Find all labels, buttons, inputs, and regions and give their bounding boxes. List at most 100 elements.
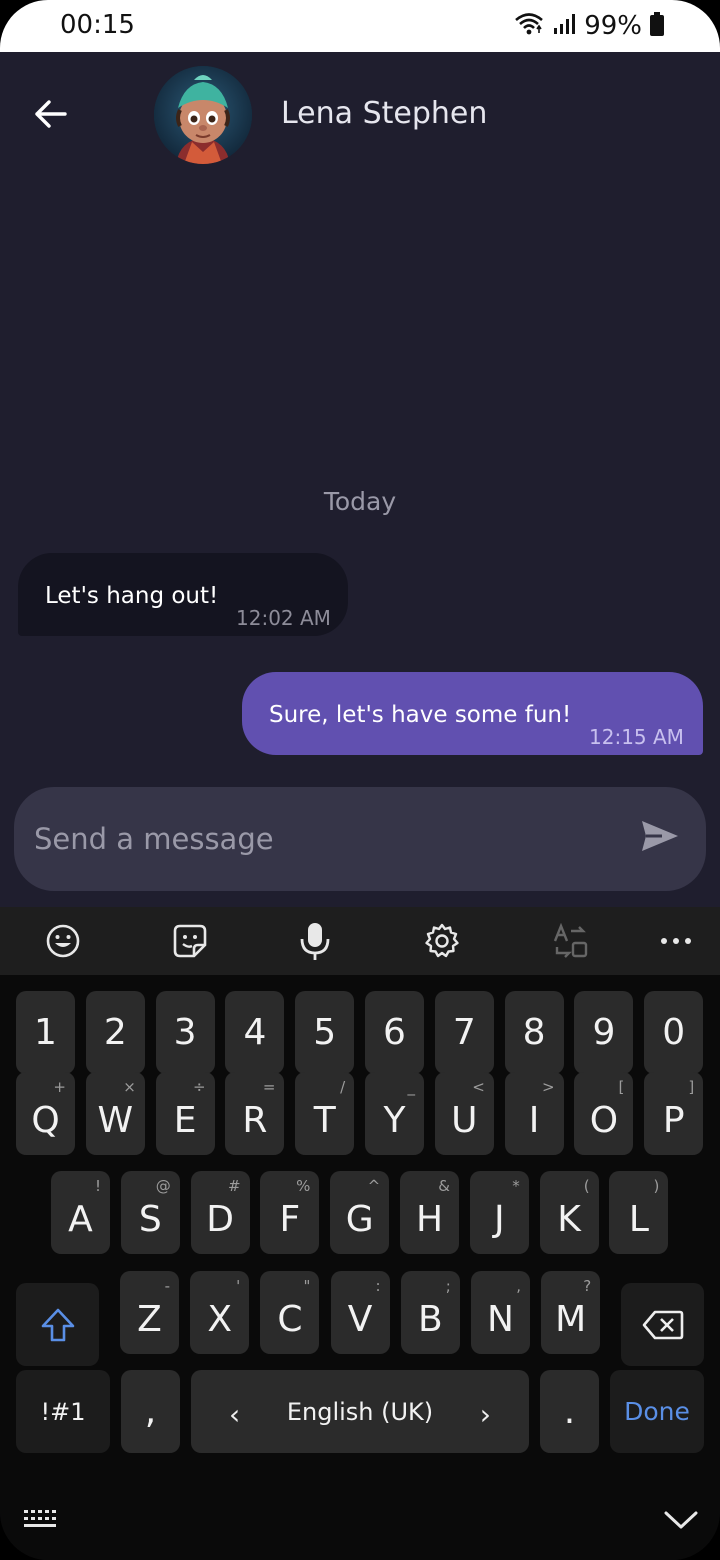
key-e[interactable]: ÷ E bbox=[155, 1072, 215, 1155]
key-label: L bbox=[628, 1199, 649, 1240]
key-w[interactable]: × W bbox=[85, 1072, 145, 1155]
phone-screen: 00:15 99% Lena Stephen Today Let's hang … bbox=[0, 0, 720, 1560]
key-l[interactable]: ) L bbox=[609, 1171, 669, 1254]
key-hint: , bbox=[516, 1277, 521, 1295]
key-o[interactable]: [O bbox=[574, 1072, 634, 1155]
key-hint: ; bbox=[445, 1277, 451, 1295]
key-label: X bbox=[207, 1299, 233, 1340]
key-label: J bbox=[493, 1199, 505, 1240]
key-t[interactable]: / T bbox=[295, 1072, 355, 1155]
sticker-icon[interactable] bbox=[170, 921, 210, 961]
key-hint: × bbox=[123, 1078, 136, 1096]
symbols-key-label: !#1 bbox=[40, 1397, 86, 1426]
key-r[interactable]: = R bbox=[225, 1072, 285, 1155]
avatar[interactable] bbox=[154, 66, 252, 164]
message-text: Let's hang out! bbox=[45, 583, 219, 609]
key-0[interactable]: 0 bbox=[644, 991, 704, 1074]
comma-key-label: , bbox=[144, 1391, 157, 1432]
send-button[interactable] bbox=[640, 819, 684, 859]
key-i[interactable]: > I bbox=[504, 1072, 564, 1155]
key-x[interactable]: ' X bbox=[190, 1271, 250, 1354]
key-label: A bbox=[68, 1199, 93, 1240]
translate-icon[interactable] bbox=[550, 921, 590, 961]
back-button[interactable] bbox=[28, 94, 72, 134]
message-text: Sure, let's have some fun! bbox=[269, 702, 572, 728]
key-k[interactable]: (K bbox=[539, 1171, 599, 1254]
signal-icon bbox=[552, 12, 576, 41]
key-d[interactable]: # D bbox=[190, 1171, 250, 1254]
space-key[interactable]: ‹ English (UK) › bbox=[191, 1370, 529, 1453]
chevron-down-icon bbox=[664, 1511, 698, 1529]
key-z[interactable]: -Z bbox=[120, 1271, 179, 1354]
key-hint: ? bbox=[583, 1277, 592, 1295]
symbols-key[interactable]: !#1 bbox=[16, 1370, 110, 1453]
key-5[interactable]: 5 bbox=[295, 991, 355, 1074]
send-icon bbox=[642, 821, 678, 851]
key-label: W bbox=[97, 1100, 134, 1141]
key-9[interactable]: 9 bbox=[574, 991, 634, 1074]
key-label: 3 bbox=[173, 1012, 197, 1053]
key-label: 2 bbox=[103, 1012, 127, 1053]
more-icon[interactable] bbox=[656, 921, 696, 961]
period-key-label: . bbox=[563, 1391, 576, 1432]
key-b[interactable]: ; B bbox=[400, 1271, 460, 1354]
message-time: 12:02 AM bbox=[236, 606, 331, 630]
contact-name[interactable]: Lena Stephen bbox=[281, 96, 487, 131]
key-g[interactable]: ^ G bbox=[330, 1171, 390, 1254]
arrow-left-icon bbox=[35, 100, 67, 128]
keyboard-icon[interactable] bbox=[22, 1507, 60, 1536]
incoming-message[interactable]: Let's hang out! 12:02 AM bbox=[18, 553, 348, 636]
shift-key[interactable] bbox=[16, 1283, 99, 1366]
key-n[interactable]: ,N bbox=[471, 1271, 530, 1354]
key-4[interactable]: 4 bbox=[225, 991, 285, 1074]
key-label: B bbox=[417, 1299, 443, 1340]
key-label: Z bbox=[137, 1299, 162, 1340]
key-v[interactable]: :V bbox=[330, 1271, 390, 1354]
key-hint: [ bbox=[618, 1078, 625, 1096]
key-h[interactable]: & H bbox=[400, 1171, 459, 1254]
key-3[interactable]: 3 bbox=[155, 991, 215, 1074]
microphone-icon[interactable] bbox=[295, 921, 335, 961]
key-label: 6 bbox=[383, 1012, 406, 1053]
key-hint: % bbox=[296, 1177, 311, 1195]
comma-key[interactable]: , bbox=[121, 1370, 180, 1453]
key-label: P bbox=[662, 1100, 685, 1141]
key-label: V bbox=[347, 1299, 373, 1340]
emoji-icon[interactable] bbox=[43, 921, 83, 961]
chat-screen: Lena Stephen Today Let's hang out! 12:02… bbox=[0, 52, 720, 907]
key-c[interactable]: " C bbox=[260, 1271, 320, 1354]
settings-icon[interactable] bbox=[422, 921, 462, 961]
key-8[interactable]: 8 bbox=[504, 991, 564, 1074]
key-6[interactable]: 6 bbox=[365, 991, 424, 1074]
key-7[interactable]: 7 bbox=[434, 991, 494, 1074]
key-label: 8 bbox=[522, 1012, 546, 1053]
key-m[interactable]: ? M bbox=[541, 1271, 601, 1354]
message-time: 12:15 AM bbox=[589, 725, 684, 749]
key-a[interactable]: ! A bbox=[51, 1171, 110, 1254]
wifi-icon bbox=[514, 11, 544, 42]
hide-keyboard-button[interactable] bbox=[662, 1508, 700, 1537]
message-input[interactable] bbox=[34, 815, 624, 863]
key-f[interactable]: % F bbox=[260, 1171, 320, 1254]
key-hint: < bbox=[472, 1078, 485, 1096]
outgoing-message[interactable]: Sure, let's have some fun! 12:15 AM bbox=[242, 672, 703, 755]
done-key[interactable]: Done bbox=[610, 1370, 704, 1453]
key-hint: : bbox=[375, 1277, 381, 1295]
key-q[interactable]: + Q bbox=[16, 1072, 75, 1155]
key-2[interactable]: 2 bbox=[85, 991, 145, 1074]
keyboard-toolbar bbox=[0, 907, 720, 975]
key-u[interactable]: < U bbox=[434, 1072, 494, 1155]
battery-icon bbox=[650, 11, 664, 41]
key-s[interactable]: @ S bbox=[120, 1171, 180, 1254]
key-j[interactable]: * J bbox=[469, 1171, 529, 1254]
key-label: C bbox=[277, 1299, 303, 1340]
key-label: K bbox=[557, 1199, 581, 1240]
keyboard-nav-bar bbox=[0, 1490, 720, 1560]
key-hint: _ bbox=[407, 1078, 416, 1096]
key-p[interactable]: ] P bbox=[644, 1072, 704, 1155]
key-label: U bbox=[451, 1100, 478, 1141]
key-1[interactable]: 1 bbox=[16, 991, 75, 1074]
period-key[interactable]: . bbox=[540, 1370, 599, 1453]
backspace-key[interactable] bbox=[621, 1283, 704, 1366]
key-y[interactable]: _ Y bbox=[365, 1072, 424, 1155]
